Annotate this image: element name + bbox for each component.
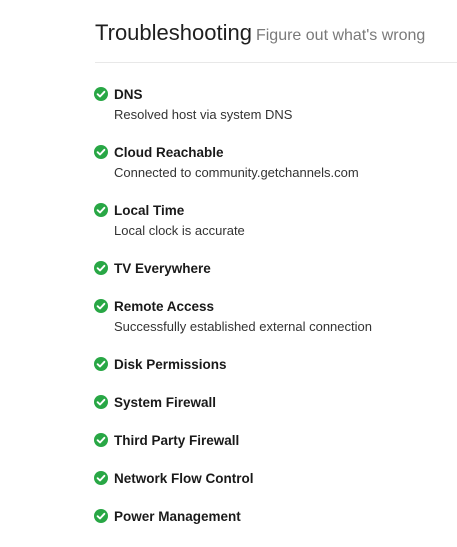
page-header: Troubleshooting Figure out what's wrong <box>95 20 457 63</box>
check-item: System Firewall <box>94 394 457 432</box>
check-item: DNS Resolved host via system DNS <box>94 86 457 144</box>
check-item: Cloud Reachable Connected to community.ge… <box>94 144 457 202</box>
check-circle-icon <box>94 145 108 159</box>
check-item: Disk Permissions <box>94 356 457 394</box>
check-circle-icon <box>94 87 108 101</box>
page-title: Troubleshooting <box>95 20 252 45</box>
check-circle-icon <box>94 509 108 523</box>
check-circle-icon <box>94 471 108 485</box>
check-circle-icon <box>94 395 108 409</box>
check-circle-icon <box>94 203 108 217</box>
check-title: DNS <box>114 87 143 102</box>
check-detail: Successfully established external connec… <box>114 319 372 334</box>
check-circle-icon <box>94 433 108 447</box>
check-title: Power Management <box>114 509 241 524</box>
check-item: Network Flow Control <box>94 470 457 508</box>
check-title: Network Flow Control <box>114 471 254 486</box>
check-title: System Firewall <box>114 395 217 410</box>
check-detail: Local clock is accurate <box>114 223 245 238</box>
check-title: Cloud Reachable <box>114 145 224 160</box>
page-subtitle: Figure out what's wrong <box>255 27 426 44</box>
check-item: Third Party Firewall <box>94 432 457 470</box>
check-title: TV Everywhere <box>114 261 211 276</box>
check-title: Third Party Firewall <box>114 433 240 448</box>
check-circle-icon <box>94 299 108 313</box>
check-detail: Resolved host via system DNS <box>114 107 293 122</box>
troubleshooting-page: Troubleshooting Figure out what's wrong D… <box>0 0 457 547</box>
check-title: Disk Permissions <box>114 357 227 372</box>
check-circle-icon <box>94 261 108 275</box>
check-title: Remote Access <box>114 299 215 314</box>
check-item: TV Everywhere <box>94 260 457 298</box>
check-list: DNS Resolved host via system DNS Cloud Rea… <box>94 86 457 546</box>
check-title: Local Time <box>114 203 185 218</box>
check-detail: Connected to community.getchannels.com <box>114 165 359 180</box>
check-item: Power Management <box>94 508 457 546</box>
check-item: Local Time Local clock is accurate <box>94 202 457 260</box>
check-circle-icon <box>94 357 108 371</box>
check-item: Remote Access Successfully established ex… <box>94 298 457 356</box>
